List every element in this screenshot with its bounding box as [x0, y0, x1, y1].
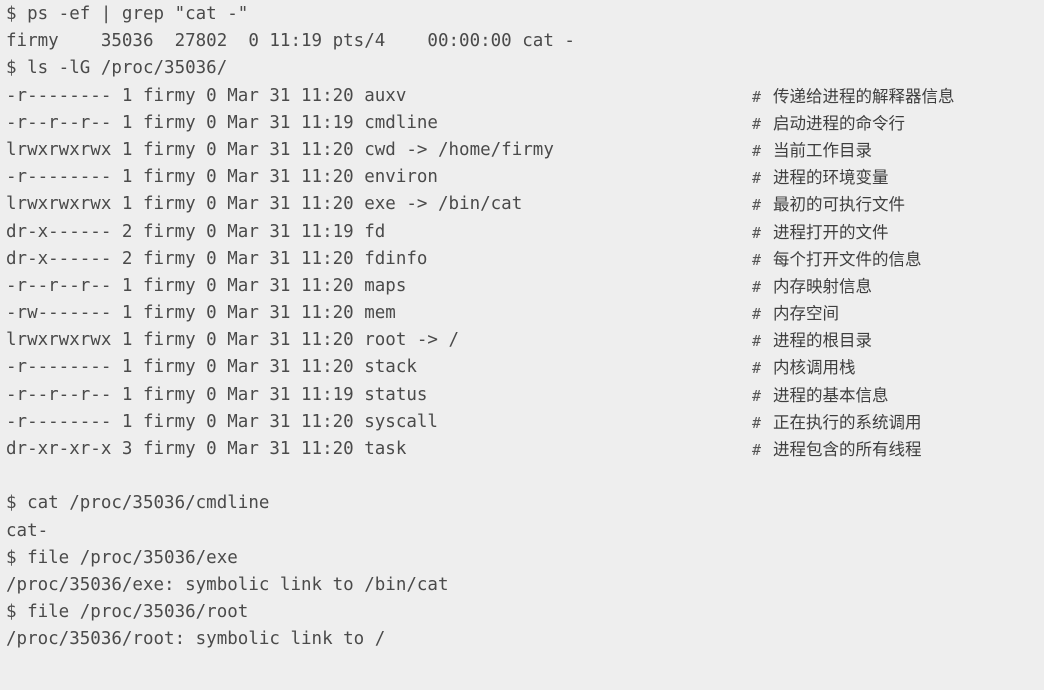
line-comment: # 传递给进程的解释器信息 [752, 83, 955, 111]
code-text: $ file /proc/35036/root [6, 602, 249, 623]
line-comment: # 进程的环境变量 [752, 164, 889, 192]
code-text: -r-------- 1 firmy 0 Mar 31 11:20 stack [6, 357, 417, 378]
code-text: dr-xr-xr-x 3 firmy 0 Mar 31 11:20 task [6, 439, 407, 459]
code-line: $ ls -lG /proc/35036/ [0, 55, 1044, 82]
comment-marker: # [752, 332, 762, 351]
line-comment: # 正在执行的系统调用 [752, 409, 922, 437]
code-line: -r-------- 1 firmy 0 Mar 31 11:20 enviro… [0, 164, 1044, 191]
code-text: cat- [6, 520, 49, 541]
line-comment: # 启动进程的命令行 [752, 110, 905, 138]
comment-text: 每个打开文件的信息 [773, 249, 922, 269]
code-line: lrwxrwxrwx 1 firmy 0 Mar 31 11:20 cwd ->… [0, 137, 1044, 164]
code-text: firmy 35036 27802 0 11:19 pts/4 00:00:00… [6, 31, 575, 52]
comment-marker: # [752, 441, 762, 459]
comment-marker: # [752, 196, 762, 215]
comment-text: 最初的可执行文件 [773, 195, 906, 215]
comment-marker: # [752, 386, 762, 405]
code-line: $ file /proc/35036/exe [0, 545, 1044, 572]
code-listing: $ ps -ef | grep "cat -" firmy 35036 27802… [0, 0, 1044, 690]
code-text: $ cat /proc/35036/cmdline [6, 493, 270, 514]
code-text: -r-------- 1 firmy 0 Mar 31 11:20 syscal… [6, 411, 438, 432]
comment-marker: # [752, 305, 762, 324]
code-line: -r-------- 1 firmy 0 Mar 31 11:20 syscal… [0, 409, 1044, 436]
comment-text: 进程包含的所有线程 [773, 440, 922, 459]
comment-text: 进程的根目录 [773, 331, 873, 351]
line-comment: # 内存空间 [752, 300, 839, 328]
line-comment: # 进程打开的文件 [752, 219, 889, 247]
code-text: lrwxrwxrwx 1 firmy 0 Mar 31 11:20 root -… [6, 330, 460, 351]
code-line: cat- [0, 518, 1044, 545]
line-comment: # 每个打开文件的信息 [752, 246, 922, 274]
comment-marker: # [752, 277, 762, 296]
code-line: -r-------- 1 firmy 0 Mar 31 11:20 auxv # 传… [0, 83, 1044, 110]
code-line: -r-------- 1 firmy 0 Mar 31 11:20 stack #… [0, 354, 1044, 381]
code-text: -r--r--r-- 1 firmy 0 Mar 31 11:20 maps [6, 275, 407, 296]
comment-marker: # [752, 114, 762, 133]
comment-marker: # [752, 359, 762, 378]
code-text: -r--r--r-- 1 firmy 0 Mar 31 11:19 cmdlin… [6, 112, 438, 133]
code-text: dr-x------ 2 firmy 0 Mar 31 11:20 fdinfo [6, 248, 428, 269]
code-text: -r-------- 1 firmy 0 Mar 31 11:20 enviro… [6, 167, 438, 188]
code-text: /proc/35036/exe: symbolic link to /bin/c… [6, 574, 449, 595]
comment-marker: # [752, 223, 762, 242]
line-comment: # 内核调用栈 [752, 354, 856, 382]
code-line: $ file /proc/35036/root [0, 599, 1044, 626]
code-line: $ ps -ef | grep "cat -" [0, 1, 1044, 28]
code-text: -rw------- 1 firmy 0 Mar 31 11:20 mem [6, 303, 396, 324]
comment-text: 当前工作目录 [773, 140, 873, 160]
code-text: /proc/35036/root: symbolic link to / [6, 629, 386, 650]
code-line: /proc/35036/exe: symbolic link to /bin/c… [0, 572, 1044, 599]
comment-text: 进程的环境变量 [773, 168, 889, 188]
comment-marker: # [752, 413, 762, 432]
comment-text: 正在执行的系统调用 [773, 412, 922, 432]
code-line: /proc/35036/root: symbolic link to / [0, 626, 1044, 653]
code-text: -r-------- 1 firmy 0 Mar 31 11:20 auxv [6, 85, 407, 106]
comment-text: 进程的基本信息 [773, 385, 889, 405]
comment-text: 传递给进程的解释器信息 [773, 86, 955, 106]
code-text: lrwxrwxrwx 1 firmy 0 Mar 31 11:20 cwd ->… [6, 139, 554, 160]
comment-marker: # [752, 87, 762, 106]
code-text: -r--r--r-- 1 firmy 0 Mar 31 11:19 status [6, 384, 428, 405]
line-comment: # 当前工作目录 [752, 137, 872, 165]
comment-text: 进程打开的文件 [773, 222, 889, 242]
code-line: dr-x------ 2 firmy 0 Mar 31 11:20 fdinfo… [0, 246, 1044, 273]
comment-marker: # [752, 250, 762, 269]
line-comment: # 内存映射信息 [752, 273, 872, 301]
code-line: lrwxrwxrwx 1 firmy 0 Mar 31 11:20 exe ->… [0, 191, 1044, 218]
code-line: -rw------- 1 firmy 0 Mar 31 11:20 mem # 内存… [0, 300, 1044, 327]
code-text: $ ps -ef | grep "cat -" [6, 4, 249, 24]
code-line: dr-xr-xr-x 3 firmy 0 Mar 31 11:20 task # 进… [0, 436, 1044, 463]
code-text: dr-x------ 2 firmy 0 Mar 31 11:19 fd [6, 221, 386, 242]
line-comment: # 进程的基本信息 [752, 382, 889, 410]
code-line: -r--r--r-- 1 firmy 0 Mar 31 11:19 status… [0, 382, 1044, 409]
comment-text: 内存映射信息 [773, 276, 873, 296]
comment-marker: # [752, 141, 762, 160]
code-text: $ ls -lG /proc/35036/ [6, 58, 228, 79]
comment-text: 内核调用栈 [773, 358, 856, 378]
code-line: lrwxrwxrwx 1 firmy 0 Mar 31 11:20 root -… [0, 327, 1044, 354]
code-line: -r--r--r-- 1 firmy 0 Mar 31 11:19 cmdlin… [0, 110, 1044, 137]
line-comment: # 进程包含的所有线程 [752, 436, 922, 464]
code-text: $ file /proc/35036/exe [6, 547, 238, 568]
comment-text: 内存空间 [773, 304, 840, 324]
comment-text: 启动进程的命令行 [773, 113, 906, 133]
code-line: dr-x------ 2 firmy 0 Mar 31 11:19 fd # 进程打… [0, 219, 1044, 246]
code-line: -r--r--r-- 1 firmy 0 Mar 31 11:20 maps # 内… [0, 273, 1044, 300]
line-comment: # 最初的可执行文件 [752, 191, 905, 219]
code-text: lrwxrwxrwx 1 firmy 0 Mar 31 11:20 exe ->… [6, 194, 523, 215]
code-line: $ cat /proc/35036/cmdline [0, 490, 1044, 517]
comment-marker: # [752, 169, 762, 188]
code-line: firmy 35036 27802 0 11:19 pts/4 00:00:00… [0, 28, 1044, 55]
line-comment: # 进程的根目录 [752, 327, 872, 355]
